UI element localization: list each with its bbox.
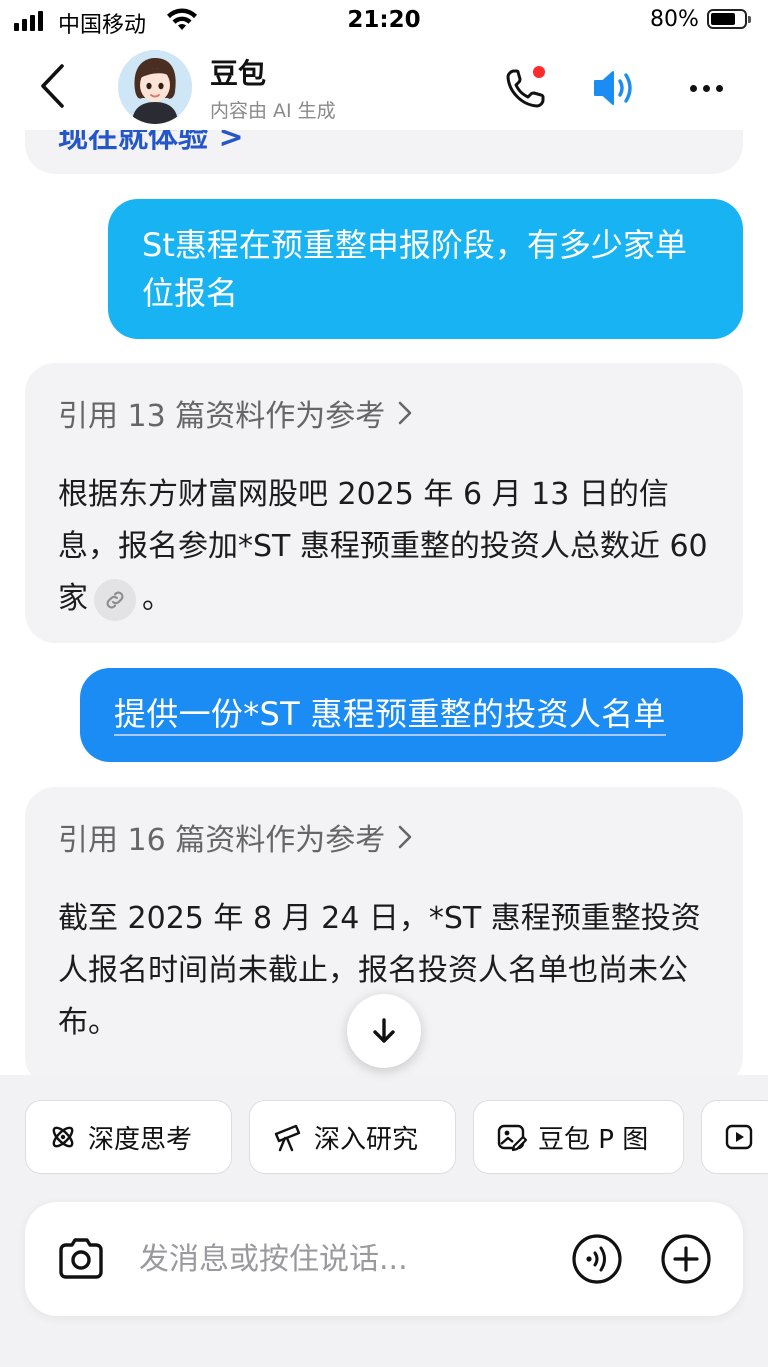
chat-title: 豆包 (210, 57, 267, 90)
citation-link[interactable]: 引用 16 篇资料作为参考 (58, 815, 413, 859)
phone-icon (506, 66, 545, 108)
sentence-end: 。 (142, 581, 172, 616)
ai-disclaimer: 内容由 AI 生成 (210, 100, 336, 122)
source-link-icon[interactable] (94, 578, 136, 621)
chip-video[interactable] (701, 1100, 768, 1174)
chip-label: 深入研究 (314, 1124, 419, 1155)
user-message-text: St惠程在预重整申报阶段，有多少家单位报名 (142, 226, 687, 312)
add-button[interactable] (659, 1232, 713, 1286)
chevron-right-icon (398, 401, 412, 425)
atom-icon (52, 1126, 74, 1148)
speaker-icon (594, 71, 632, 105)
user-message-text: 提供一份*ST 惠程预重整的投资人名单 (114, 695, 666, 736)
chat-header: 豆包 内容由 AI 生成 (0, 44, 768, 130)
user-message[interactable]: 提供一份*ST 惠程预重整的投资人名单 (80, 668, 743, 762)
back-icon (41, 64, 64, 108)
image-edit-icon (497, 1124, 528, 1152)
message-composer (25, 1202, 743, 1316)
plus-icon (661, 1234, 711, 1284)
voice-playback-button[interactable] (590, 62, 642, 114)
more-icon (689, 84, 697, 92)
quick-actions: 深度思考 深入研究 豆包 P 图 (25, 1100, 768, 1174)
video-icon (725, 1124, 753, 1150)
chip-label: 深度思考 (88, 1124, 193, 1155)
composer-panel: 深度思考 深入研究 豆包 P 图 (0, 1075, 768, 1367)
citation-link[interactable]: 引用 13 篇资料作为参考 (58, 391, 413, 435)
message-input[interactable] (137, 1228, 541, 1290)
chip-deep-thinking[interactable]: 深度思考 (25, 1100, 232, 1174)
bot-message: 引用 13 篇资料作为参考 根据东方财富网股吧 2025 年 6 月 13 日的… (25, 363, 743, 643)
bot-message-text: 根据东方财富网股吧 2025 年 6 月 13 日的信息，报名参加*ST 惠程预… (58, 469, 718, 625)
camera-button[interactable] (55, 1234, 107, 1284)
chip-label: 豆包 P 图 (538, 1124, 649, 1155)
telescope-icon (274, 1124, 301, 1152)
chip-deep-research[interactable]: 深入研究 (249, 1100, 456, 1174)
avatar[interactable] (118, 50, 192, 124)
voice-icon (572, 1234, 622, 1284)
more-button[interactable] (680, 62, 732, 114)
back-button[interactable] (30, 60, 74, 112)
call-button[interactable] (500, 62, 552, 114)
citation-label: 引用 16 篇资料作为参考 (58, 823, 386, 858)
camera-icon (59, 1238, 103, 1279)
arrow-down-icon (373, 1018, 395, 1043)
citation-label: 引用 13 篇资料作为参考 (58, 399, 386, 434)
scroll-to-bottom-button[interactable] (347, 994, 421, 1068)
voice-input-button[interactable] (570, 1232, 624, 1286)
chevron-right-icon (398, 825, 412, 849)
user-message[interactable]: St惠程在预重整申报阶段，有多少家单位报名 (108, 199, 743, 339)
chip-image-edit[interactable]: 豆包 P 图 (473, 1100, 684, 1174)
